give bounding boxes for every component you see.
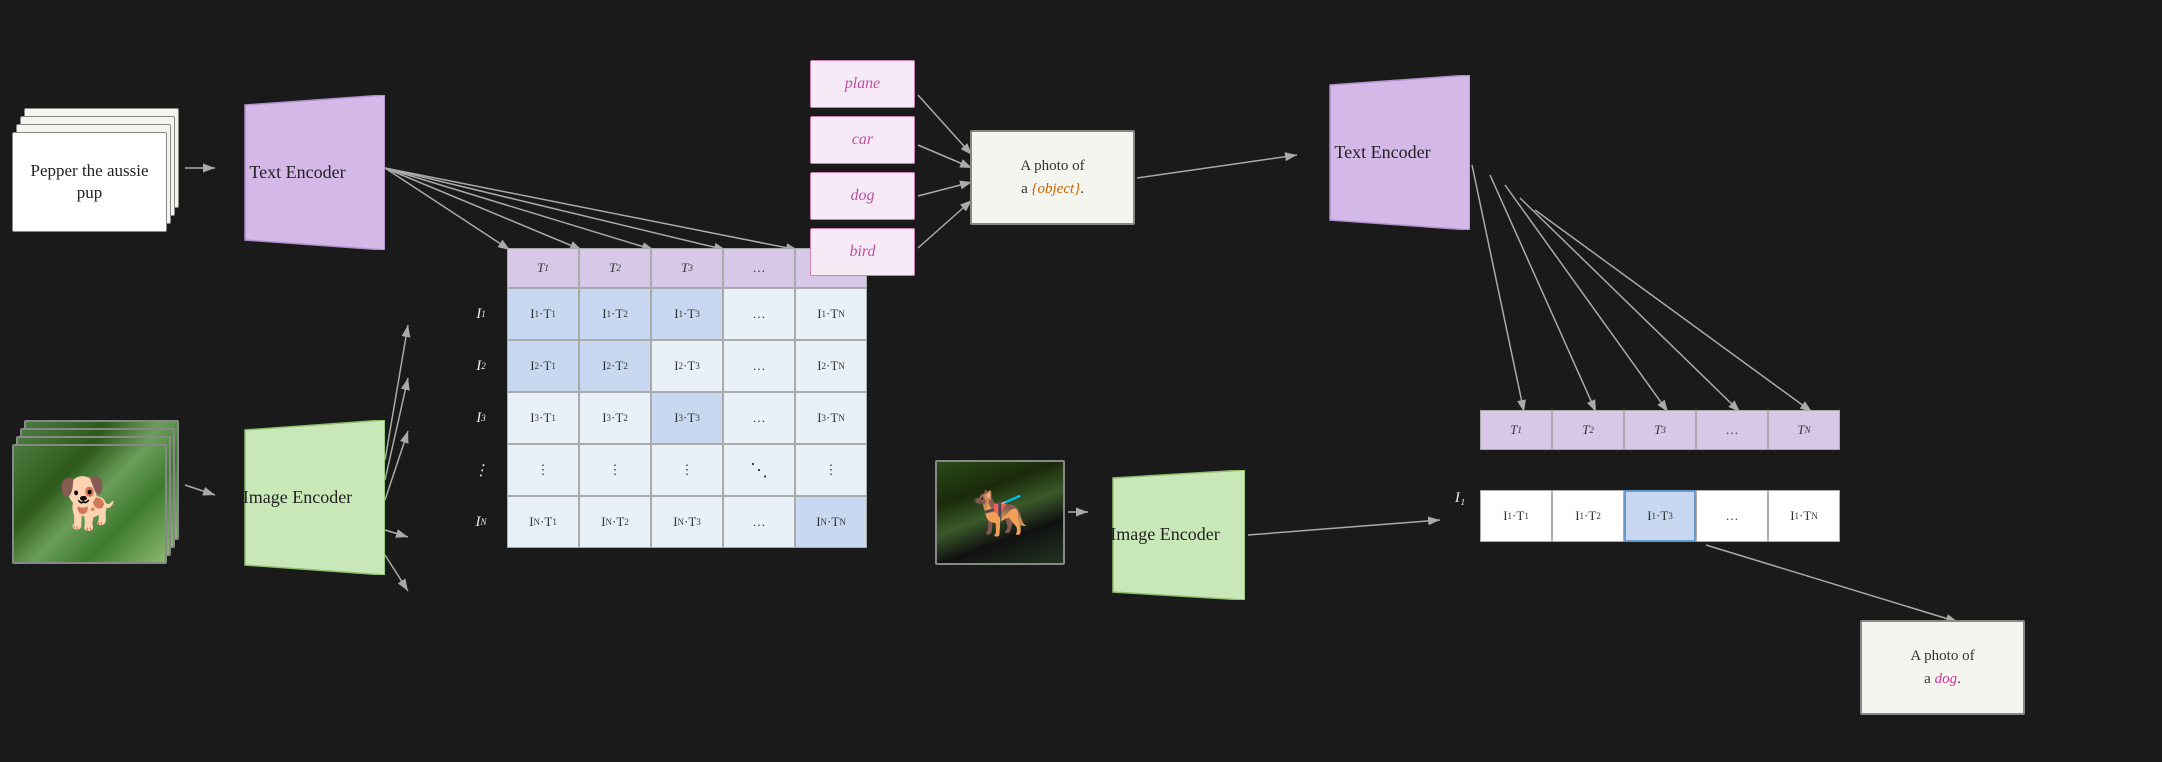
in-label: IN: [455, 496, 507, 548]
image-input-stack: [12, 420, 187, 565]
cell-i1-dots: …: [723, 288, 795, 340]
cell-d1: ⋮: [507, 444, 579, 496]
matrix-area: T1 T2 T3 … TN I1 I1·T1 I1·T2 I1·T3 … I1·…: [455, 248, 867, 548]
cell-i2t3: I2·T3: [651, 340, 723, 392]
text-encoder-right-label: Text Encoder: [1334, 140, 1430, 165]
text-input-label: Pepper the aussie pup: [13, 152, 166, 212]
cell-i3t1: I3·T1: [507, 392, 579, 444]
text-card-front: Pepper the aussie pup: [12, 132, 167, 232]
cell-in-dots: …: [723, 496, 795, 548]
i3-label: I3: [455, 392, 507, 444]
image-encoder-right: Image Encoder: [1085, 470, 1245, 600]
r-i1-dots: …: [1696, 490, 1768, 542]
single-image-right: [935, 460, 1065, 565]
text-encoder-left-label: Text Encoder: [249, 160, 345, 185]
image-encoder-right-label: Image Encoder: [1110, 522, 1219, 547]
img-card-front: [12, 444, 167, 564]
cell-d5: ⋮: [795, 444, 867, 496]
cell-i3tn: I3·TN: [795, 392, 867, 444]
cell-i1t2: I1·T2: [579, 288, 651, 340]
i1-label: I1: [455, 288, 507, 340]
t3-header: T3: [651, 248, 723, 288]
matrix-row-n: IN IN·T1 IN·T2 IN·T3 … IN·TN: [455, 496, 867, 548]
t-dots-header: …: [723, 248, 795, 288]
cell-i3t2: I3·T2: [579, 392, 651, 444]
cell-i1t3: I1·T3: [651, 288, 723, 340]
t1-header: T1: [507, 248, 579, 288]
cell-intn: IN·TN: [795, 496, 867, 548]
t2-header: T2: [579, 248, 651, 288]
diagram-container: Pepper the aussie pup Text Encoder Image…: [0, 0, 2162, 762]
photo-object-text: A photo ofa {object}.: [1020, 155, 1084, 200]
text-encoder-left: Text Encoder: [210, 95, 385, 250]
i-vdots: ⋮: [455, 444, 507, 496]
r-t2-header: T2: [1552, 410, 1624, 450]
r-t-dots: …: [1696, 410, 1768, 450]
image-encoder-left-label: Image Encoder: [243, 485, 352, 510]
cell-int3: IN·T3: [651, 496, 723, 548]
cell-i1t1: I1·T1: [507, 288, 579, 340]
image-encoder-left: Image Encoder: [210, 420, 385, 575]
black-dog-img: [937, 462, 1063, 563]
r-i1t2: I1·T2: [1552, 490, 1624, 542]
cell-i2t1: I2·T1: [507, 340, 579, 392]
object-placeholder: {object}: [1032, 181, 1081, 197]
text-encoder-right: Text Encoder: [1295, 75, 1470, 230]
cell-i2-dots: …: [723, 340, 795, 392]
cell-d2: ⋮: [579, 444, 651, 496]
dot-row-right: I1·T1 I1·T2 I1·T3 … I1·TN: [1480, 490, 1840, 542]
photo-dog-box: A photo ofa dog.: [1860, 620, 2025, 715]
class-plane: plane: [810, 60, 915, 108]
r-i1tn: I1·TN: [1768, 490, 1840, 542]
cell-int1: IN·T1: [507, 496, 579, 548]
matrix-row-2: I2 I2·T1 I2·T2 I2·T3 … I2·TN: [455, 340, 867, 392]
cell-i1tn: I1·TN: [795, 288, 867, 340]
matrix-row-1: I1 I1·T1 I1·T2 I1·T3 … I1·TN: [455, 288, 867, 340]
photo-object-box: A photo ofa {object}.: [970, 130, 1135, 225]
i2-label: I2: [455, 340, 507, 392]
cell-i2tn: I2·TN: [795, 340, 867, 392]
cell-i3-dots: …: [723, 392, 795, 444]
text-input-stack: Pepper the aussie pup: [12, 108, 182, 238]
class-labels: plane car dog bird: [810, 60, 915, 284]
dog-highlight: dog: [1935, 671, 1958, 687]
cell-d3: ⋮: [651, 444, 723, 496]
cell-i3t3: I3·T3: [651, 392, 723, 444]
cell-int2: IN·T2: [579, 496, 651, 548]
r-tn-header: TN: [1768, 410, 1840, 450]
r-t1-header: T1: [1480, 410, 1552, 450]
i1-right-label: I₁: [1440, 490, 1480, 507]
r-i1t3-highlight: I1·T3: [1624, 490, 1696, 542]
class-dog: dog: [810, 172, 915, 220]
t-row-right: T1 T2 T3 … TN: [1480, 410, 1840, 450]
r-i1t1: I1·T1: [1480, 490, 1552, 542]
r-t3-header: T3: [1624, 410, 1696, 450]
matrix-row-dots: ⋮ ⋮ ⋮ ⋮ ⋱ ⋮: [455, 444, 867, 496]
matrix-row-3: I3 I3·T1 I3·T2 I3·T3 … I3·TN: [455, 392, 867, 444]
class-bird: bird: [810, 228, 915, 276]
photo-dog-text: A photo ofa dog.: [1910, 645, 1974, 690]
cell-d4: ⋱: [723, 444, 795, 496]
class-car: car: [810, 116, 915, 164]
cell-i2t2: I2·T2: [579, 340, 651, 392]
